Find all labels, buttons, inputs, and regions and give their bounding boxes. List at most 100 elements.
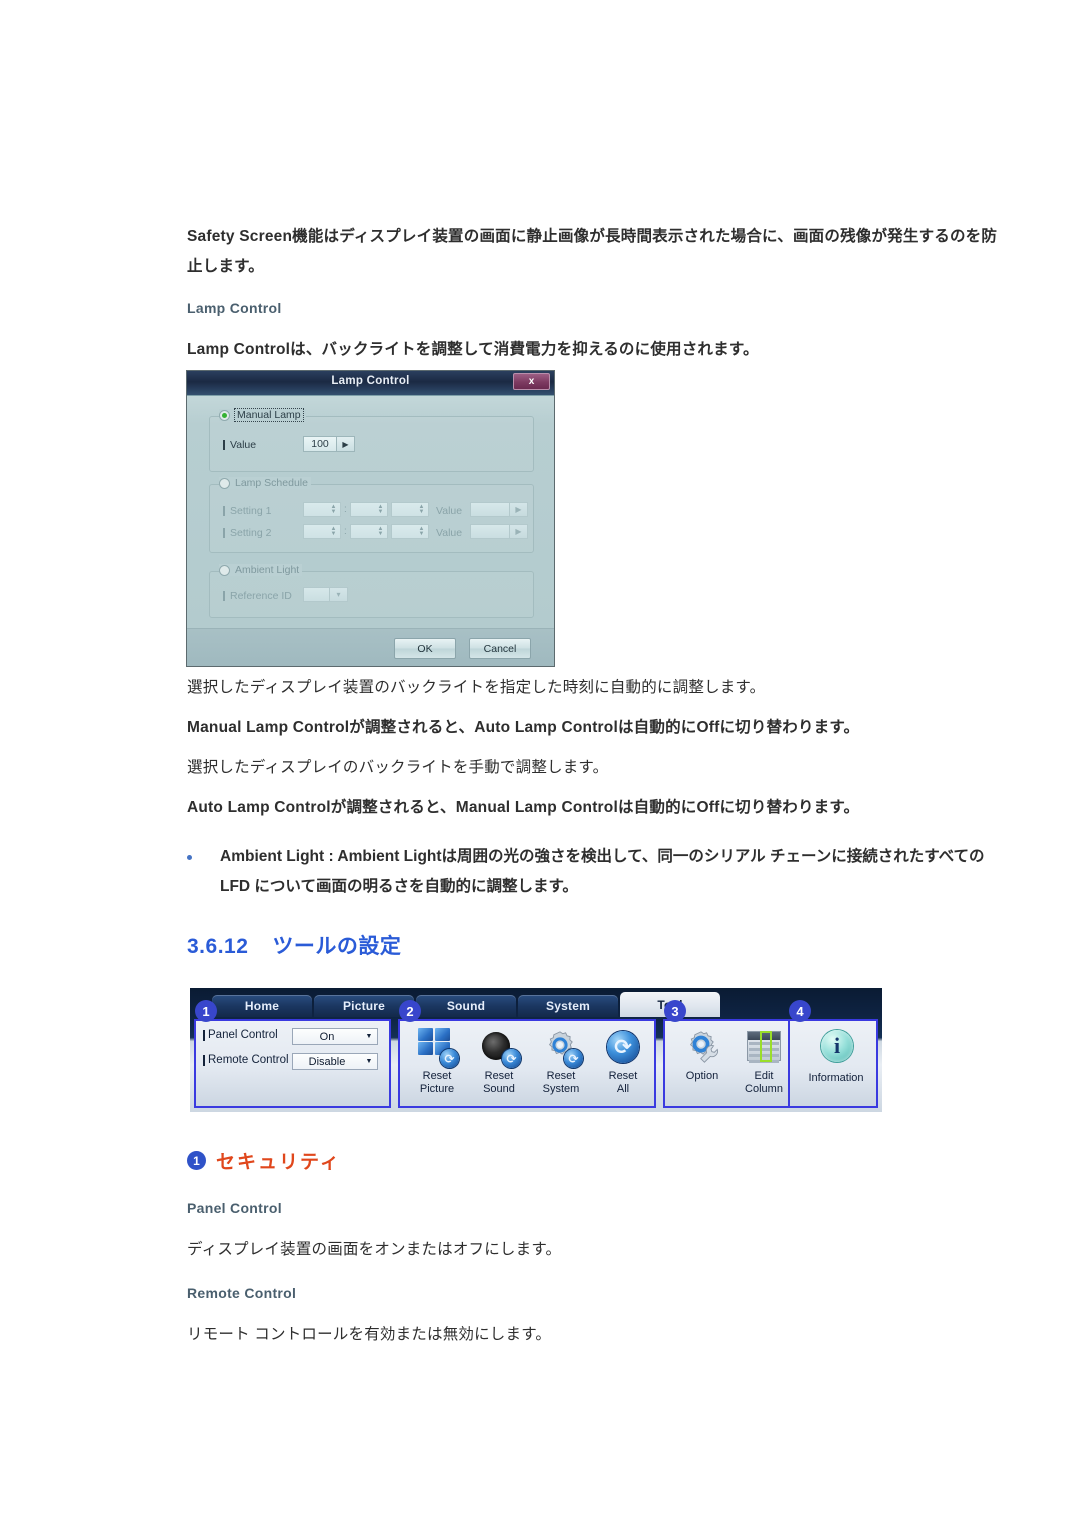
after-dialog-line-3: 選択したディスプレイのバックライトを手動で調整します。 — [187, 759, 609, 776]
chevron-right-icon[interactable]: ▶ — [509, 503, 527, 516]
ambient-light-label: Ambient Light — [235, 564, 300, 576]
panel-control-dropdown[interactable]: On ▼ — [292, 1028, 378, 1045]
ribbon-group-security: Panel Control On ▼ Remote Control Disabl… — [194, 1019, 391, 1108]
reference-id-combo[interactable]: ▾ — [303, 587, 348, 602]
label-tick-icon — [223, 440, 225, 450]
panel-control-subheading: Panel Control — [187, 1200, 282, 1216]
setting-1-ampm-spinner[interactable]: ▲ ▼ — [391, 502, 429, 517]
information-label: Information — [808, 1072, 864, 1084]
tab-system[interactable]: System — [518, 995, 618, 1017]
dialog-title: Lamp Control — [331, 375, 410, 387]
reset-all-button[interactable]: ⟳ Reset All — [594, 1027, 652, 1096]
cancel-button[interactable]: Cancel — [469, 638, 531, 659]
dialog-titlebar: Lamp Control x — [187, 371, 554, 396]
setting-2-label: Setting 2 — [223, 527, 271, 539]
callout-badge-3: 3 — [664, 1000, 686, 1022]
manual-lamp-group: Manual Lamp Value 100 ▶ — [209, 408, 534, 472]
tab-sound[interactable]: Sound — [416, 995, 516, 1017]
setting-2-value-combo[interactable]: ▶ — [470, 524, 528, 539]
chevron-right-icon[interactable]: ▶ — [336, 437, 354, 451]
callout-badge-2: 2 — [399, 1000, 421, 1022]
chevron-down-icon[interactable]: ▾ — [329, 588, 347, 601]
time-separator: : — [344, 526, 347, 537]
label-tick-icon — [223, 591, 225, 601]
ok-button[interactable]: OK — [394, 638, 456, 659]
ambient-light-radio[interactable] — [219, 564, 230, 576]
chevron-down-icon[interactable]: ▼ — [361, 1033, 377, 1040]
after-dialog-line-4: Auto Lamp Controlが調整されると、Manual Lamp Con… — [187, 799, 860, 816]
time-separator: : — [344, 504, 347, 515]
reset-system-icon: ⟳ — [541, 1027, 583, 1068]
reset-all-icon: ⟳ — [603, 1027, 643, 1067]
manual-lamp-value: 100 — [311, 438, 329, 450]
refresh-badge-icon: ⟳ — [502, 1049, 521, 1068]
after-dialog-line-2: Manual Lamp Controlが調整されると、Auto Lamp Con… — [187, 719, 860, 736]
dialog-footer: OK Cancel — [187, 628, 554, 666]
chevron-down-icon[interactable]: ▼ — [361, 1058, 377, 1065]
close-icon[interactable]: x — [513, 373, 550, 390]
panel-control-description: ディスプレイ装置の画面をオンまたはオフにします。 — [187, 1241, 562, 1258]
chevron-right-icon[interactable]: ▶ — [509, 525, 527, 538]
manual-lamp-value-combo[interactable]: 100 ▶ — [303, 436, 355, 452]
ribbon-tab-bar: Home Picture Sound System Tool — [212, 991, 722, 1017]
lamp-schedule-label: Lamp Schedule — [235, 477, 308, 489]
remote-control-dropdown[interactable]: Disable ▼ — [292, 1053, 378, 1070]
setting-1-hour-spinner[interactable]: ▲ ▼ — [303, 502, 341, 517]
refresh-icon: ⟳ — [607, 1031, 639, 1063]
spinner-arrows-icon[interactable]: ▲ ▼ — [415, 503, 428, 516]
spinner-arrows-icon[interactable]: ▲ ▼ — [374, 503, 387, 516]
setting-1-minute-spinner[interactable]: ▲ ▼ — [350, 502, 388, 517]
information-button[interactable]: i Information — [804, 1029, 868, 1085]
reset-sound-label: Reset Sound — [483, 1070, 515, 1095]
lamp-schedule-radio[interactable] — [219, 477, 230, 489]
lamp-schedule-group-title[interactable]: Lamp Schedule — [219, 477, 311, 489]
ribbon-group-reset: ⟳ Reset Picture ⟳ Reset Sound ⟳ Reset Sy… — [398, 1019, 656, 1108]
ambient-light-group: Ambient Light Reference ID ▾ — [209, 564, 534, 618]
reset-sound-button[interactable]: ⟳ Reset Sound — [470, 1027, 528, 1096]
remote-control-row: Remote Control — [203, 1054, 289, 1066]
panel-control-row: Panel Control — [203, 1029, 278, 1041]
setting-2-minute-spinner[interactable]: ▲ ▼ — [350, 524, 388, 539]
spinner-arrows-icon[interactable]: ▲ ▼ — [415, 525, 428, 538]
after-dialog-line-1: 選択したディスプレイ装置のバックライトを指定した時刻に自動的に調整します。 — [187, 679, 766, 696]
spinner-arrows-icon[interactable]: ▲ ▼ — [327, 503, 340, 516]
reset-system-button[interactable]: ⟳ Reset System — [532, 1027, 590, 1096]
setting-2-hour-spinner[interactable]: ▲ ▼ — [303, 524, 341, 539]
reset-picture-button[interactable]: ⟳ Reset Picture — [408, 1027, 466, 1096]
ambient-light-bullet-text: Ambient Light : Ambient Lightは周囲の光の強さを検出… — [220, 848, 985, 895]
refresh-badge-icon: ⟳ — [440, 1049, 459, 1068]
ribbon-group-information: i Information — [788, 1019, 878, 1108]
remote-control-label: Remote Control — [203, 1054, 289, 1066]
bullet-icon — [187, 855, 192, 860]
manual-lamp-value-label: Value — [223, 439, 256, 451]
document-page: Safety Screen機能はディスプレイ装置の画面に静止画像が長時間表示され… — [0, 0, 1080, 1527]
security-section-title: セキュリティ — [216, 1152, 341, 1173]
label-tick-icon — [223, 528, 225, 538]
ambient-light-group-title[interactable]: Ambient Light — [219, 564, 303, 576]
manual-lamp-radio[interactable] — [219, 409, 230, 421]
panel-control-value: On — [319, 1030, 335, 1043]
tab-home[interactable]: Home — [212, 995, 312, 1017]
spinner-arrows-icon[interactable]: ▲ ▼ — [374, 525, 387, 538]
reset-system-label: Reset System — [542, 1070, 580, 1095]
information-icon: i — [816, 1029, 856, 1069]
callout-badge-4: 4 — [789, 1000, 811, 1022]
label-tick-icon — [203, 1029, 205, 1041]
callout-badge-1: 1 — [195, 1000, 217, 1022]
lamp-control-dialog: Lamp Control x Manual Lamp Value 100 ▶ L… — [187, 371, 554, 666]
security-section-heading: 1 セキュリティ — [187, 1147, 341, 1174]
manual-lamp-group-title[interactable]: Manual Lamp — [219, 408, 306, 422]
dialog-body: Manual Lamp Value 100 ▶ Lamp Schedule Se… — [187, 396, 554, 628]
reference-id-label: Reference ID — [223, 590, 292, 602]
edit-column-button[interactable]: Edit Column — [735, 1027, 793, 1096]
setting-1-label: Setting 1 — [223, 505, 271, 517]
reset-picture-label: Reset Picture — [419, 1070, 455, 1095]
setting-2-ampm-spinner[interactable]: ▲ ▼ — [391, 524, 429, 539]
edit-column-label: Edit Column — [745, 1070, 783, 1095]
wrench-icon — [700, 1045, 718, 1063]
panel-control-label: Panel Control — [203, 1029, 278, 1041]
option-button[interactable]: Option — [673, 1027, 731, 1083]
spinner-arrows-icon[interactable]: ▲ ▼ — [327, 525, 340, 538]
setting-1-value-combo[interactable]: ▶ — [470, 502, 528, 517]
refresh-badge-icon: ⟳ — [564, 1049, 583, 1068]
